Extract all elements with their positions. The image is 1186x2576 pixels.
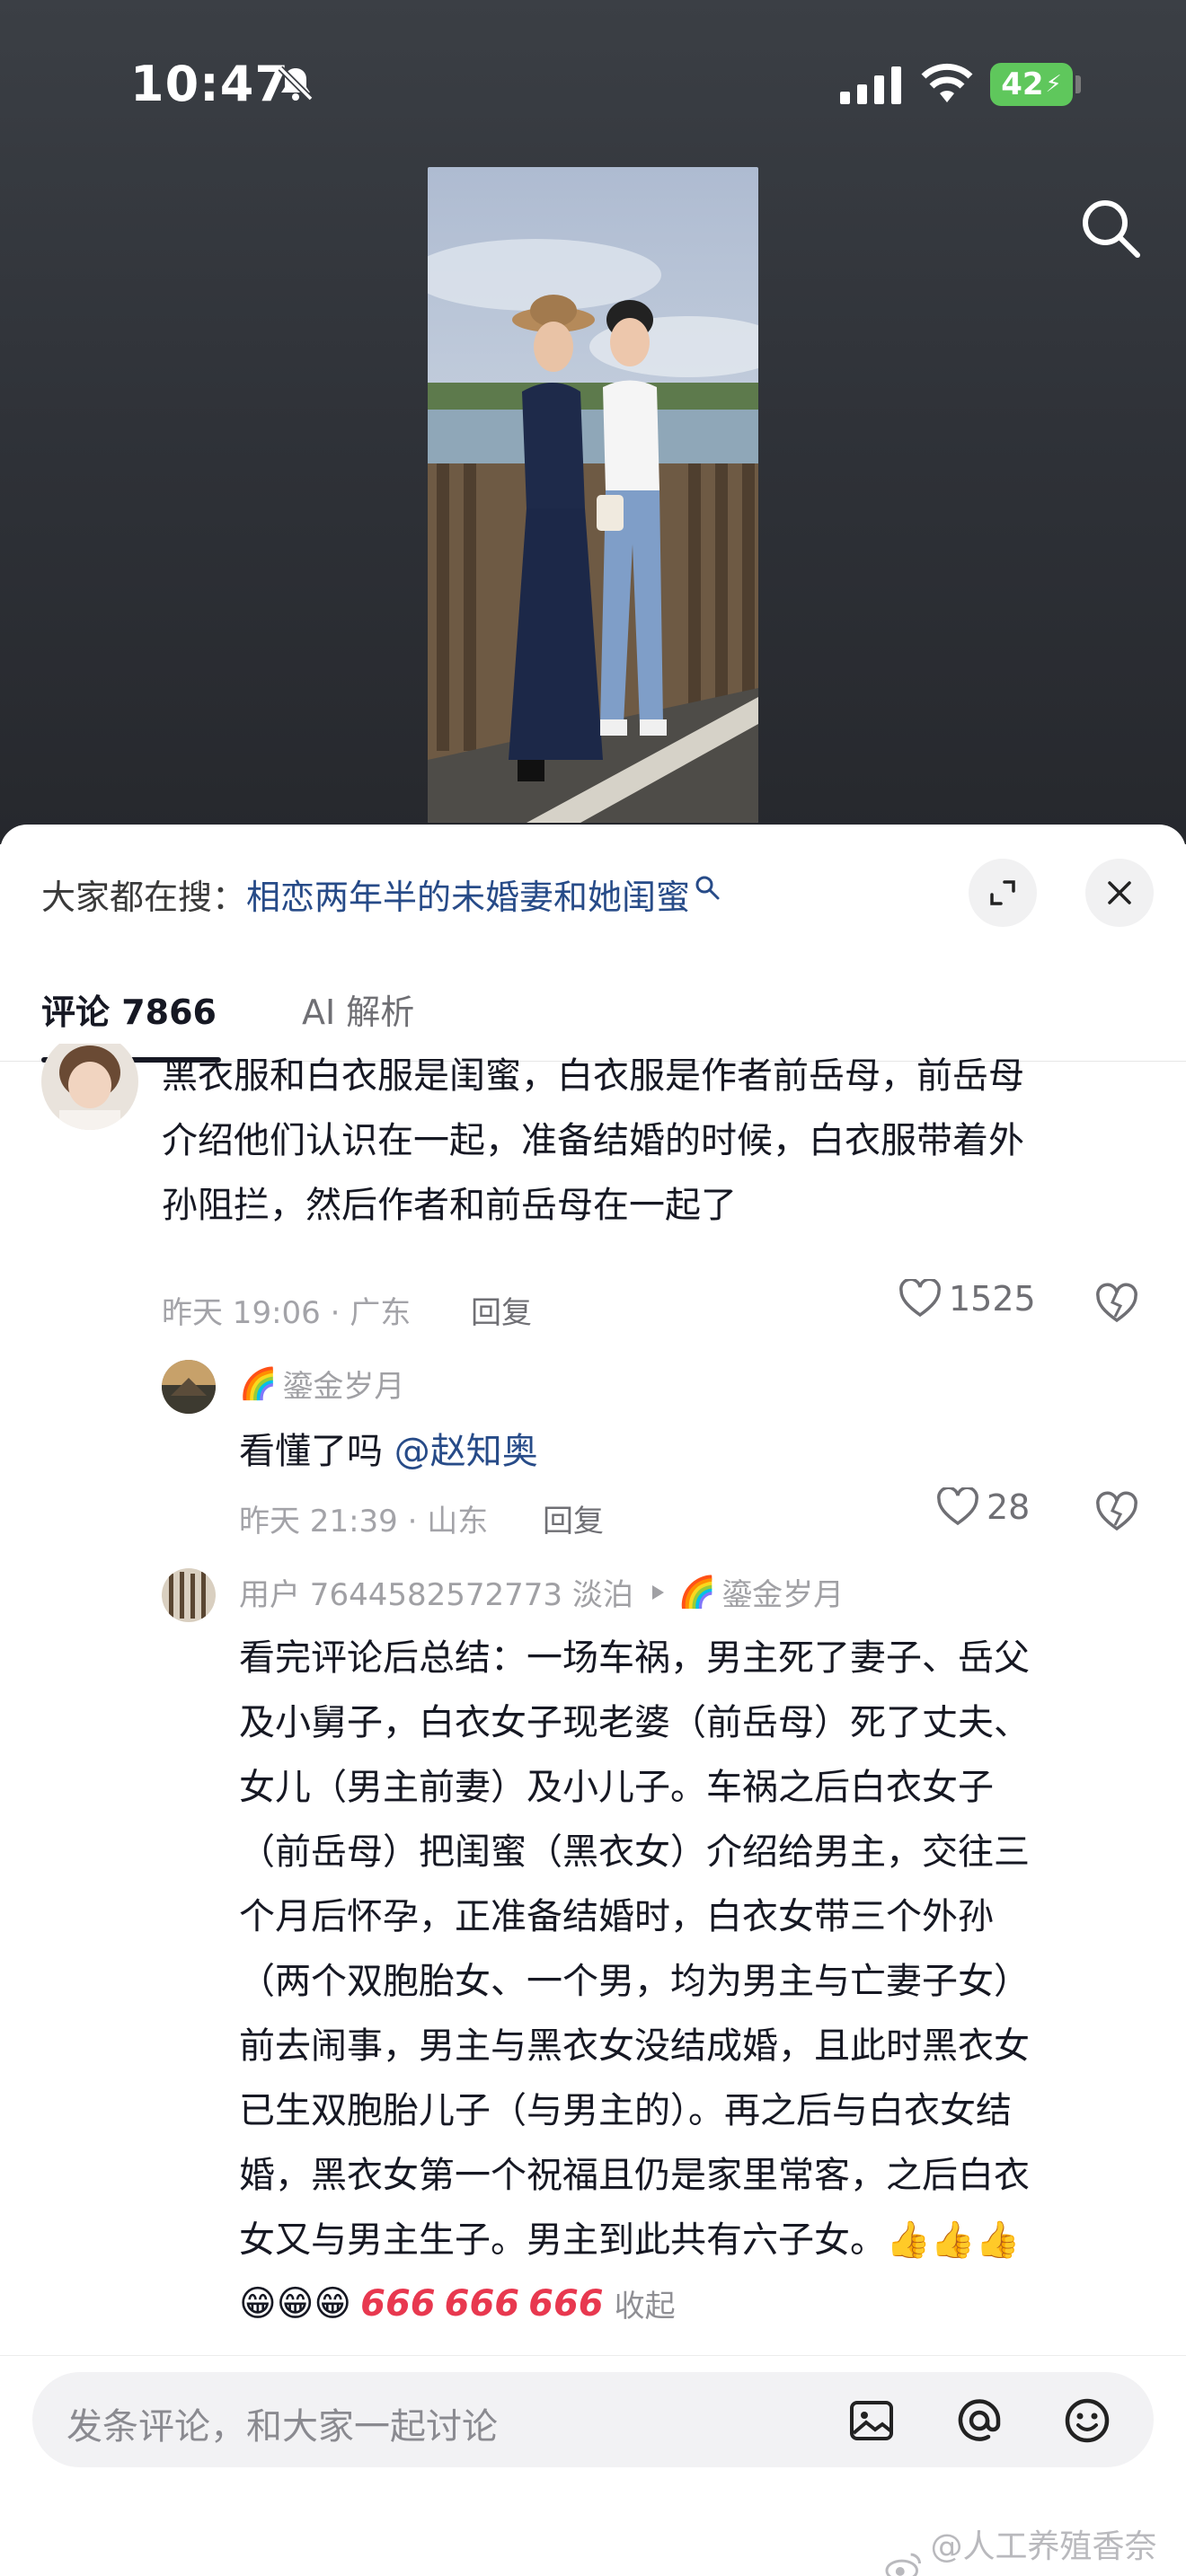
comment-time-location: 昨天 19:06 · 广东 [162, 1295, 412, 1331]
close-button[interactable] [1085, 859, 1154, 927]
like-button[interactable]: 28 [936, 1487, 1030, 1527]
avatar[interactable] [162, 1360, 216, 1414]
heart-icon [937, 1487, 978, 1526]
battery-indicator: 42 ⚡ [990, 63, 1073, 106]
trending-search-query[interactable]: 相恋两年半的未婚妻和她闺蜜 [246, 869, 690, 919]
tab-ai-analysis[interactable]: AI 解析 [302, 984, 414, 1034]
trending-search[interactable]: 大家都在搜： 相恋两年半的未婚妻和她闺蜜 [41, 862, 721, 925]
image-icon[interactable] [845, 2394, 898, 2448]
reply-text-content: 看懂了吗 [239, 1431, 383, 1472]
status-time: 10:47 [130, 56, 289, 112]
broken-heart-icon[interactable] [1094, 1489, 1139, 1534]
reply-line: 已生双胞胎儿子（与男主的）。再之后与白衣女结 [239, 2090, 1012, 2131]
tag-666: 666 [444, 2282, 520, 2325]
collapse-button[interactable]: 收起 [615, 2281, 676, 2325]
search-icon[interactable] [1076, 194, 1145, 262]
reply-line: （前岳母）把闺蜜（黑衣女）介绍给男主，交往三 [239, 1831, 1030, 1873]
comment-input-placeholder: 发条评论，和大家一起讨论 [66, 2406, 498, 2448]
rainbow-emoji: 🌈 [677, 1574, 717, 1610]
tab-comments[interactable]: 评论 7866 [41, 984, 217, 1034]
smiley-icon[interactable] [1060, 2394, 1114, 2448]
tag-666: 666 [528, 2282, 604, 2325]
like-button[interactable]: 1525 [898, 1279, 1036, 1319]
like-count: 28 [987, 1487, 1031, 1527]
reply-time-location: 昨天 21:39 · 山东 [239, 1504, 489, 1539]
video-thumbnail[interactable] [428, 167, 758, 823]
watermark-text: @人工养殖香奈鹅 [930, 2528, 1157, 2576]
comment-list[interactable]: 黑衣服和白衣服是闺蜜，白衣服是作者前岳母，前岳母 介绍他们认识在一起，准备结婚的… [0, 1044, 1186, 2355]
emoji-row: 😁😁😁 666 666 666 收起 [239, 2281, 676, 2325]
reply-text: 看懂了吗 @赵知奥 [239, 1419, 538, 1484]
charging-icon: ⚡ [1045, 71, 1062, 98]
reply-line: 婚，黑衣女第一个祝福且仍是家里常客，之后白衣 [239, 2155, 1030, 2196]
weibo-icon [885, 2553, 921, 2576]
expand-button[interactable] [969, 859, 1037, 927]
watermark: @人工养殖香奈鹅 [884, 2520, 1186, 2576]
close-icon [1108, 881, 1131, 904]
battery-cap [1075, 75, 1081, 93]
reply-line: 前去闹事，男主与黑衣女没结成婚，且此时黑衣女 [239, 2025, 1030, 2067]
reply-text: 看完评论后总结：一场车祸，男主死了妻子、岳父 及小舅子，白衣女子现老婆（前岳母）… [239, 1626, 1164, 2272]
comment-text: 黑衣服和白衣服是闺蜜，白衣服是作者前岳母，前岳母 介绍他们认识在一起，准备结婚的… [162, 1044, 1150, 1238]
avatar[interactable] [41, 1044, 138, 1130]
like-count: 1525 [949, 1279, 1036, 1319]
broken-heart-icon[interactable] [1094, 1281, 1139, 1326]
expand-icon [990, 880, 1015, 905]
tag-666: 666 [360, 2282, 436, 2325]
bell-off-icon [278, 66, 314, 101]
video-area[interactable]: 10:47 42 ⚡ [0, 0, 1186, 844]
reply-to-name: 鎏金岁月 [721, 1577, 845, 1613]
reply-line: 女儿（男主前妻）及小儿子。车祸之后白衣女子 [239, 1767, 994, 1808]
reply-author[interactable]: 🌈 鎏金岁月 [239, 1362, 404, 1406]
comment-input[interactable]: 发条评论，和大家一起讨论 [32, 2372, 1154, 2467]
heart-icon [899, 1279, 941, 1318]
mention-link[interactable]: @赵知奥 [394, 1431, 538, 1472]
comment-line: 介绍他们认识在一起，准备结婚的时候，白衣服带着外 [162, 1120, 1024, 1161]
reply-author[interactable]: 用户 7644582572773 淡泊 🌈 鎏金岁月 [239, 1570, 844, 1614]
reply-line: 个月后怀孕，正准备结婚时，白衣女带三个外孙 [239, 1896, 994, 1937]
reply-author-name: 鎏金岁月 [282, 1369, 405, 1405]
rainbow-emoji: 🌈 [239, 1365, 278, 1402]
at-icon[interactable] [952, 2394, 1006, 2448]
reply-arrow-icon [651, 1584, 664, 1600]
comment-line: 孙阻拦，然后作者和前岳母在一起了 [162, 1185, 737, 1226]
trending-search-prefix: 大家都在搜： [41, 877, 247, 917]
reply-button[interactable]: 回复 [543, 1496, 604, 1540]
search-icon [695, 876, 720, 900]
grin-emoji: 😁😁😁 [239, 2282, 352, 2325]
reply-line: （两个双胞胎女、一个男，均为男主与亡妻子女） [239, 1961, 1030, 2002]
comment-line: 黑衣服和白衣服是闺蜜，白衣服是作者前岳母，前岳母 [162, 1055, 1024, 1097]
reply-button[interactable]: 回复 [471, 1288, 532, 1332]
status-bar: 10:47 42 ⚡ [0, 54, 1186, 117]
avatar[interactable] [162, 1568, 216, 1622]
reply-line: 及小舅子，白衣女子现老婆（前岳母）死了丈夫、 [239, 1702, 1030, 1743]
signal-icon [840, 66, 901, 104]
reply-line: 看完评论后总结：一场车祸，男主死了妻子、岳父 [239, 1637, 1030, 1679]
reply-line: 女又与男主生子。男主到此共有六子女。👍👍👍 [239, 2219, 1021, 2261]
reply-author-name: 用户 7644582572773 淡泊 [239, 1577, 633, 1613]
wifi-icon [921, 63, 973, 102]
